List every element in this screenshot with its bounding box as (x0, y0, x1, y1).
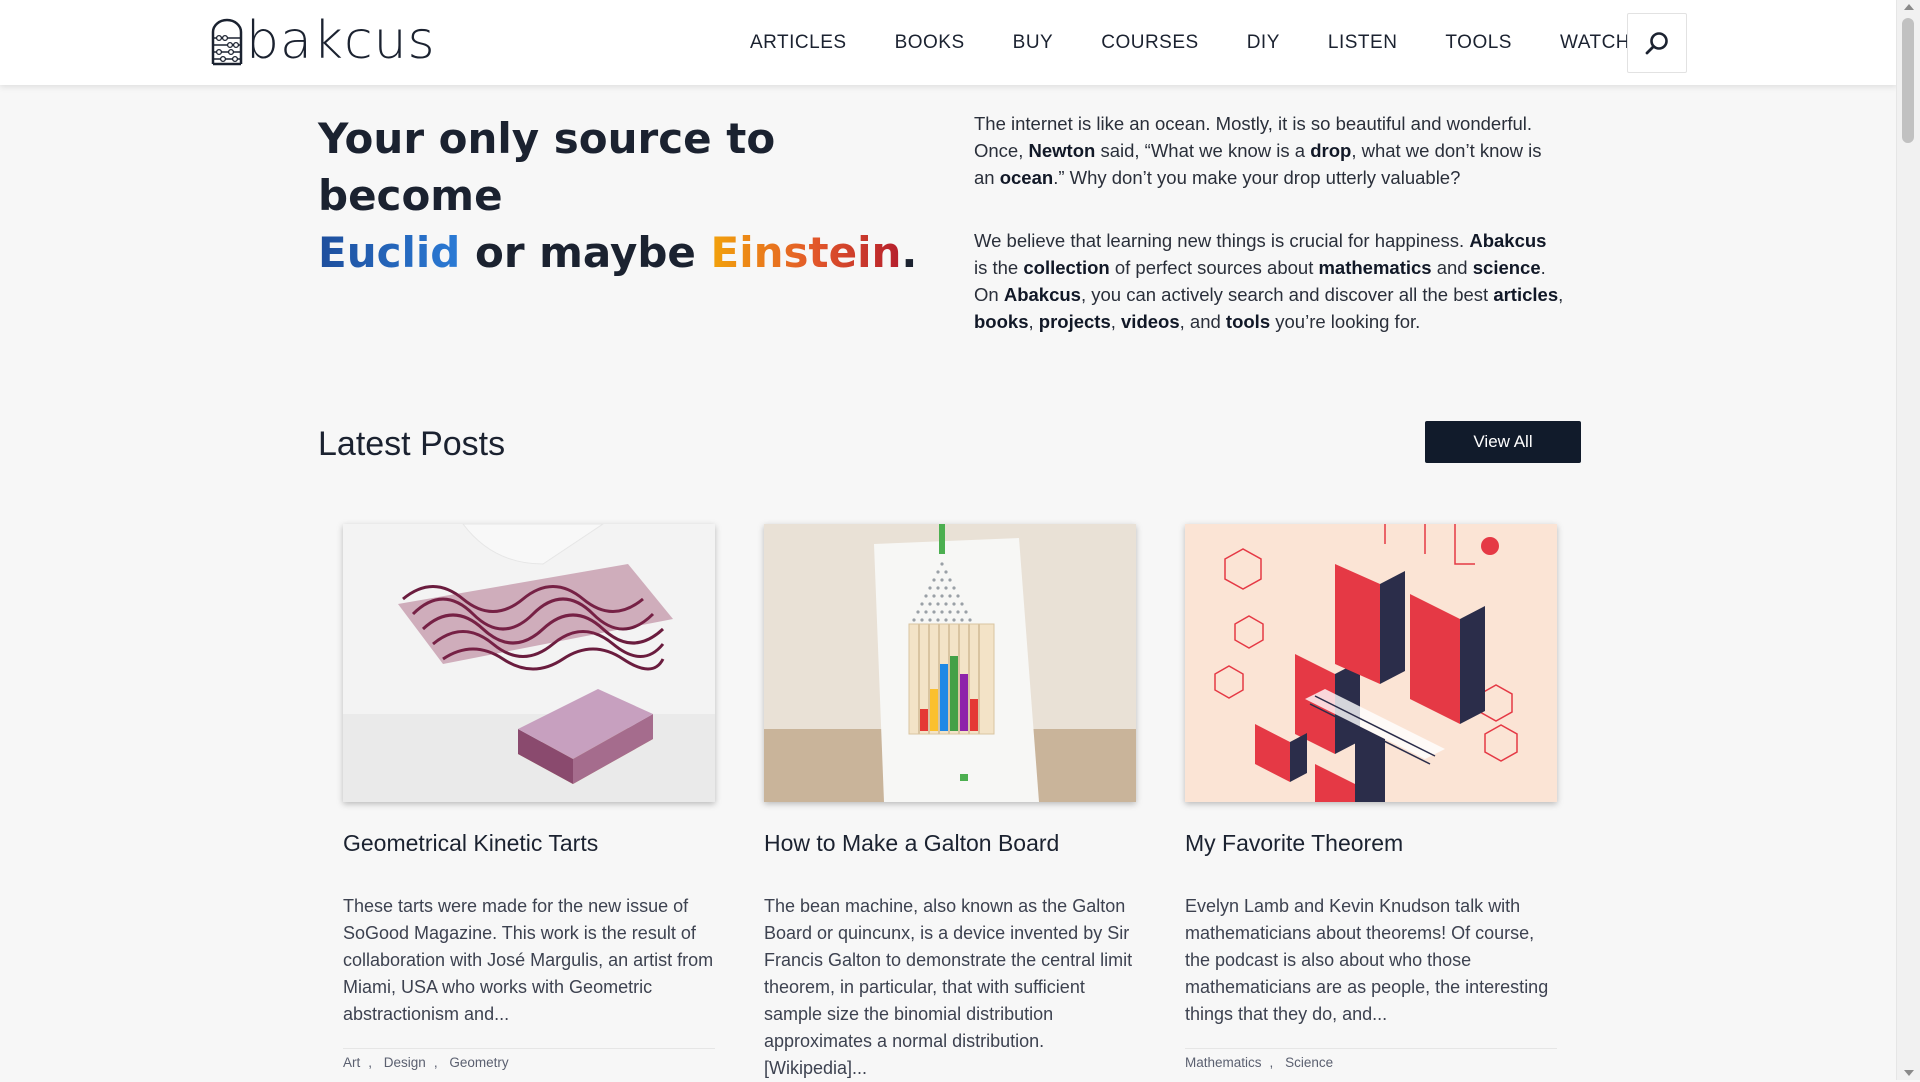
intro-emphasis: ocean (999, 167, 1054, 188)
intro-text-run: of perfect sources about (1109, 257, 1319, 278)
post-card[interactable]: My Favorite Theorem Evelyn Lamb and Kevi… (1185, 524, 1557, 1070)
intro-emphasis: videos (1121, 311, 1180, 332)
post-tags: Art, Design, Geometry (343, 1048, 715, 1070)
logo-wordmark: bakcus (246, 11, 436, 71)
post-excerpt: Evelyn Lamb and Kevin Knudson talk with … (1185, 896, 1549, 1024)
tag-link[interactable]: Geometry (449, 1055, 508, 1070)
intro-text-run: .” Why don’t you make your drop utterly … (1053, 167, 1461, 188)
nav-books[interactable]: BOOKS (895, 32, 965, 54)
hero-title-mid: or maybe (460, 228, 711, 277)
intro-text-run: We believe that learning new things is c… (974, 230, 1470, 251)
intro-paragraph-2: We believe that learning new things is c… (974, 227, 1564, 335)
intro-text-run: you’re looking for. (1270, 311, 1421, 332)
main-nav: ARTICLES BOOKS BUY COURSES DIY LISTEN TO… (750, 0, 1630, 85)
search-icon (1645, 32, 1668, 55)
tag-link[interactable]: Art (343, 1055, 360, 1070)
nav-buy[interactable]: BUY (1013, 32, 1054, 54)
page-scrollbar[interactable] (1896, 0, 1920, 1080)
abakcus-logo[interactable]: bakcus (210, 11, 436, 71)
hero-title-einstein: Einstein (710, 228, 902, 277)
post-card[interactable]: How to Make a Galton Board The bean mach… (764, 524, 1136, 1082)
hero-title: Your only source to become Euclid or may… (318, 110, 918, 281)
intro-text-run: , (1028, 311, 1039, 332)
intro-emphasis: Newton (1028, 140, 1096, 161)
nav-listen[interactable]: LISTEN (1328, 32, 1398, 54)
site-header: bakcus ARTICLES BOOKS BUY COURSES DIY LI… (0, 0, 1897, 85)
post-excerpt: The bean machine, also known as the Galt… (764, 896, 1133, 1078)
nav-tools[interactable]: TOOLS (1445, 32, 1512, 54)
intro-emphasis: articles (1493, 284, 1559, 305)
latest-posts-title: Latest Posts (318, 425, 506, 463)
intro-emphasis: drop (1310, 140, 1352, 161)
post-tags: Mathematics, Science (1185, 1048, 1557, 1070)
tag-link[interactable]: Science (1285, 1055, 1333, 1070)
scroll-down-icon[interactable] (1904, 1070, 1914, 1076)
search-button[interactable] (1627, 13, 1687, 73)
intro-text-run: , (1558, 284, 1564, 305)
intro-emphasis: projects (1038, 311, 1111, 332)
intro-text-run: , you can actively search and discover a… (1080, 284, 1494, 305)
intro-text-run: and (1431, 257, 1473, 278)
hero-title-end: . (901, 228, 918, 277)
intro-emphasis: mathematics (1318, 257, 1432, 278)
intro-emphasis: Abakcus (1003, 284, 1081, 305)
post-excerpt: These tarts were made for the new issue … (343, 896, 714, 1024)
post-thumbnail-math[interactable] (1185, 524, 1557, 802)
intro-text-run: is the (974, 257, 1024, 278)
post-thumbnail-galton-board[interactable] (764, 524, 1136, 802)
intro-emphasis: collection (1023, 257, 1110, 278)
nav-watch[interactable]: WATCH (1560, 32, 1630, 54)
hero-title-line1: Your only source to become (318, 114, 776, 220)
post-thumbnail-tarts[interactable] (343, 524, 715, 802)
nav-courses[interactable]: COURSES (1101, 32, 1198, 54)
view-all-button[interactable]: View All (1425, 421, 1581, 463)
abacus-icon (211, 18, 243, 66)
tag-link[interactable]: Mathematics (1185, 1055, 1262, 1070)
hero-title-euclid: Euclid (318, 228, 461, 277)
nav-articles[interactable]: ARTICLES (750, 32, 847, 54)
nav-diy[interactable]: DIY (1247, 32, 1280, 54)
tag-link[interactable]: Design (384, 1055, 426, 1070)
scroll-up-icon[interactable] (1904, 4, 1914, 10)
intro-emphasis: tools (1225, 311, 1271, 332)
intro-paragraph-1: The internet is like an ocean. Mostly, i… (974, 110, 1564, 191)
intro-emphasis: science (1472, 257, 1541, 278)
intro-emphasis: Abakcus (1469, 230, 1547, 251)
intro-text-run: , and (1179, 311, 1226, 332)
post-title[interactable]: How to Make a Galton Board (764, 830, 1136, 857)
post-title[interactable]: Geometrical Kinetic Tarts (343, 830, 715, 857)
scrollbar-thumb[interactable] (1902, 18, 1914, 143)
intro-text-run: said, “What we know is a (1095, 140, 1311, 161)
intro-text-run: , (1110, 311, 1122, 332)
post-title[interactable]: My Favorite Theorem (1185, 830, 1557, 857)
intro-emphasis: books (974, 311, 1029, 332)
intro-text: The internet is like an ocean. Mostly, i… (974, 110, 1564, 371)
post-card[interactable]: Geometrical Kinetic Tarts These tarts we… (343, 524, 715, 1070)
